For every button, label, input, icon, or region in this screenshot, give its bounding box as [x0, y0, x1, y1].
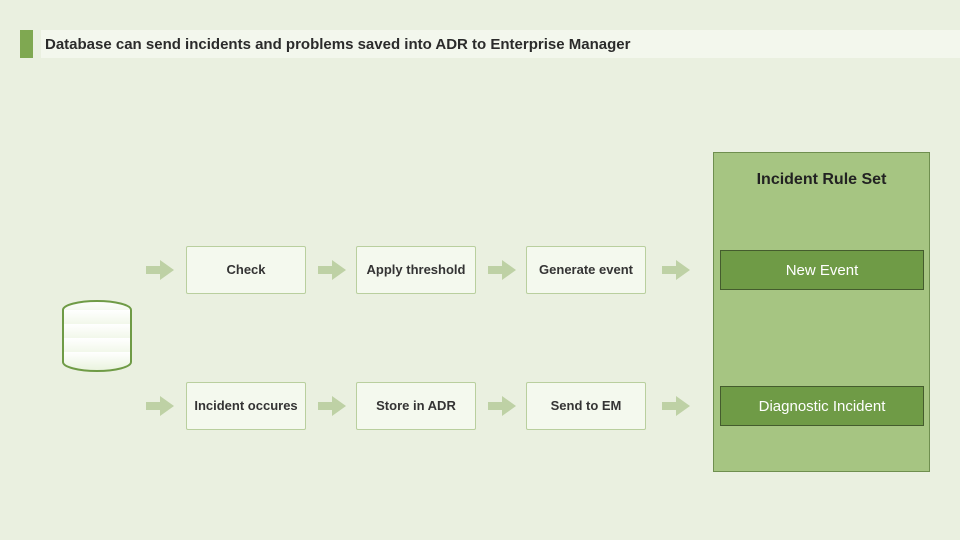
arrow-icon [488, 258, 516, 282]
arrow-icon [318, 394, 346, 418]
arrow-icon [488, 394, 516, 418]
title-bar: Database can send incidents and problems… [20, 30, 960, 58]
step-generate-event: Generate event [526, 246, 646, 294]
step-apply-threshold: Apply threshold [356, 246, 476, 294]
page-title: Database can send incidents and problems… [41, 30, 960, 58]
step-check: Check [186, 246, 306, 294]
output-new-event: New Event [720, 250, 924, 290]
ruleset-title: Incident Rule Set [714, 171, 929, 189]
step-store-in-adr: Store in ADR [356, 382, 476, 430]
arrow-icon [146, 258, 174, 282]
step-send-to-em: Send to EM [526, 382, 646, 430]
arrow-icon [146, 394, 174, 418]
title-accent [20, 30, 33, 58]
database-icon [60, 300, 134, 372]
arrow-icon [662, 258, 690, 282]
arrow-icon [662, 394, 690, 418]
step-incident-occurs: Incident occures [186, 382, 306, 430]
output-diagnostic-incident: Diagnostic Incident [720, 386, 924, 426]
arrow-icon [318, 258, 346, 282]
